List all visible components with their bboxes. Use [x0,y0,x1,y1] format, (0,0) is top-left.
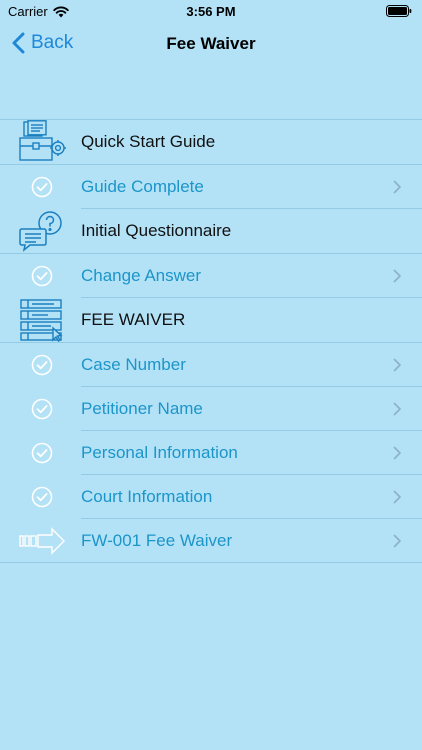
list-item-court-information[interactable]: Court Information [0,475,422,519]
chevron-right-icon [393,490,401,504]
row-label: Change Answer [81,266,202,285]
row-label: Quick Start Guide [81,132,216,151]
chevron-right-icon [393,446,401,460]
status-bar: Carrier 3:56 PM [0,0,422,22]
check-circle-icon [31,265,53,287]
check-circle-icon [31,442,53,464]
battery-icon [386,5,412,20]
chevron-right-icon [393,269,401,283]
check-circle-icon [31,354,53,376]
chevron-right-icon [393,534,401,548]
list-item-personal-information[interactable]: Personal Information [0,431,422,475]
arrow-right-outline-icon [18,519,66,563]
row-label: Case Number [81,355,186,374]
section-quick-start-guide: Quick Start Guide [0,120,422,165]
chevron-right-icon [393,358,401,372]
list-item-guide-complete[interactable]: Guide Complete [0,165,422,209]
list-item-case-number[interactable]: Case Number [0,343,422,387]
briefcase-documents-icon [18,120,66,164]
form-fields-icon [18,298,66,342]
chevron-right-icon [393,402,401,416]
row-label: Guide Complete [81,177,204,196]
list-item-fw-001-fee-waiver[interactable]: FW-001 Fee Waiver [0,519,422,563]
navigation-bar: Back Fee Waiver [0,22,422,66]
row-label: FEE WAIVER [81,310,186,329]
status-time: 3:56 PM [186,4,236,19]
chevron-right-icon [393,180,401,194]
question-chat-icon [18,209,66,253]
page-title: Fee Waiver [166,34,256,53]
list-item-change-answer[interactable]: Change Answer [0,254,422,298]
check-circle-icon [31,398,53,420]
section-fee-waiver: FEE WAIVER [0,298,422,343]
list-item-petitioner-name[interactable]: Petitioner Name [0,387,422,431]
check-circle-icon [31,176,53,198]
row-label: Petitioner Name [81,399,203,418]
section-initial-questionnaire: Initial Questionnaire [0,209,422,254]
fee-waiver-list: Quick Start Guide Guide Complete Initial… [0,119,422,563]
row-label: Initial Questionnaire [81,221,232,240]
row-label: FW-001 Fee Waiver [81,531,233,550]
check-circle-icon [31,486,53,508]
row-label: Court Information [81,487,213,506]
row-label: Personal Information [81,443,238,462]
